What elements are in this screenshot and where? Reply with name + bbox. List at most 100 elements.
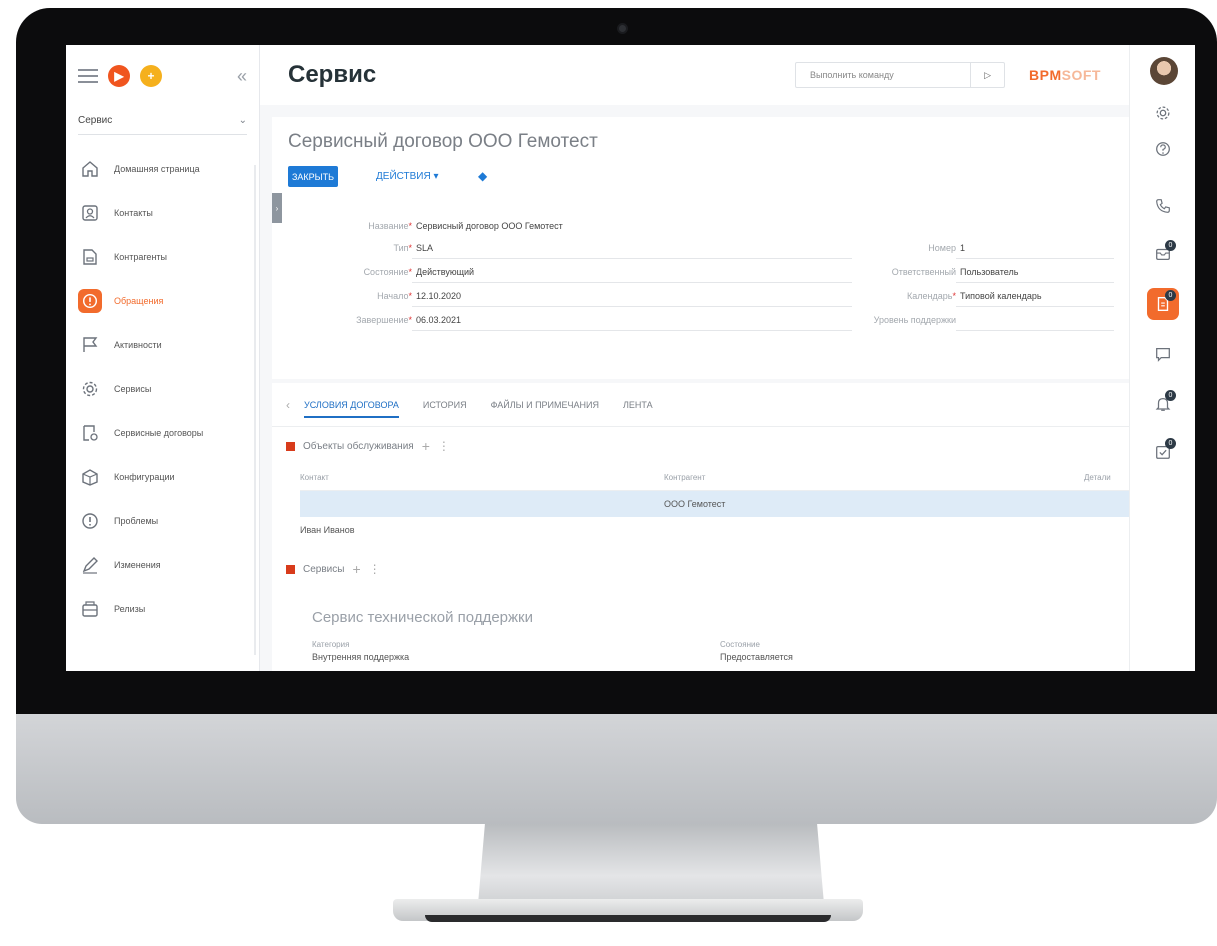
- tag-icon[interactable]: ◆: [478, 169, 487, 183]
- screen: ▶ + « Сервис ⌄ Домашняя страница Контакт…: [66, 45, 1195, 671]
- problem-icon: [78, 509, 102, 533]
- workspace-select[interactable]: Сервис ⌄: [78, 107, 247, 135]
- sidebar-item-service-agreements[interactable]: Сервисные договоры: [66, 411, 259, 455]
- monitor-chin: [16, 714, 1217, 824]
- sidebar-scrollbar[interactable]: [254, 165, 256, 655]
- field-value[interactable]: Типовой календарь: [956, 285, 1114, 307]
- field-label: Состояние: [363, 267, 409, 277]
- column-header[interactable]: Детали: [1084, 473, 1111, 482]
- column-header[interactable]: Контрагент: [664, 473, 1084, 482]
- service-state: Состояние Предоставляется: [720, 639, 793, 663]
- timeline-badge: 0: [1165, 290, 1176, 301]
- field-name: Название* Сервисный договор ООО Гемотест: [302, 215, 852, 237]
- timeline-icon[interactable]: 0: [1147, 288, 1179, 320]
- field-value[interactable]: Пользователь: [956, 261, 1114, 283]
- play-icon[interactable]: ▶: [108, 65, 130, 87]
- collapse-group-icon[interactable]: [286, 441, 295, 451]
- sidebar: ▶ + « Сервис ⌄ Домашняя страница Контакт…: [66, 45, 260, 671]
- settings-icon[interactable]: [1147, 97, 1179, 129]
- field-label: Уровень поддержки: [873, 315, 956, 325]
- sidebar-item-label: Активности: [114, 339, 162, 350]
- field-number: Номер 1: [838, 237, 1114, 259]
- tab-bar: ‹ УСЛОВИЯ ДОГОВОРА ИСТОРИЯ ФАЙЛЫ И ПРИМЕ…: [272, 383, 1129, 427]
- sidebar-item-accounts[interactable]: Контрагенты: [66, 235, 259, 279]
- sidebar-item-label: Релизы: [114, 603, 146, 614]
- field-value[interactable]: Действующий: [412, 261, 852, 283]
- sidebar-toolbar: ▶ + «: [66, 45, 259, 107]
- chat-icon[interactable]: [1147, 338, 1179, 370]
- field-calendar: Календарь* Типовой календарь: [838, 285, 1114, 307]
- collapse-group-icon[interactable]: [286, 564, 295, 574]
- page-title: Сервис: [288, 61, 377, 88]
- flag-icon: [78, 333, 102, 357]
- avatar[interactable]: [1150, 57, 1178, 85]
- menu-icon[interactable]: [78, 69, 98, 83]
- field-value[interactable]: SLA: [412, 237, 852, 259]
- chevron-down-icon: ⌄: [238, 115, 247, 126]
- sidebar-item-cases[interactable]: Обращения: [66, 279, 259, 323]
- add-icon[interactable]: +: [352, 561, 360, 577]
- field-value[interactable]: [956, 309, 1114, 331]
- table-row[interactable]: Иван Иванов: [300, 517, 1129, 543]
- command-line[interactable]: Выполнить команду ▷: [795, 62, 1006, 88]
- sidebar-item-changes[interactable]: Изменения: [66, 543, 259, 587]
- field-type: Тип* SLA: [302, 237, 852, 259]
- service-item-title[interactable]: Сервис технической поддержки: [312, 609, 533, 626]
- field-value[interactable]: 06.03.2021: [412, 309, 852, 331]
- help-icon[interactable]: [1147, 133, 1179, 165]
- more-icon[interactable]: ⋮: [369, 562, 381, 576]
- workspace-label: Сервис: [78, 115, 113, 126]
- more-icon[interactable]: ⋮: [438, 439, 450, 453]
- table-row[interactable]: ООО Гемотест: [300, 491, 1129, 517]
- field-value[interactable]: 12.10.2020: [412, 285, 852, 307]
- tab-contract-terms[interactable]: УСЛОВИЯ ДОГОВОРА: [304, 400, 399, 418]
- field-label: Состояние: [720, 640, 760, 649]
- sidebar-item-label: Контакты: [114, 207, 153, 218]
- pencil-icon: [78, 553, 102, 577]
- add-icon[interactable]: +: [422, 438, 430, 454]
- release-icon: [78, 597, 102, 621]
- services-group-header: Сервисы + ⋮: [286, 561, 381, 577]
- actions-menu-button[interactable]: ДЕЙСТВИЯ ▾: [376, 171, 439, 182]
- sidebar-item-problems[interactable]: Проблемы: [66, 499, 259, 543]
- objects-group-header: Объекты обслуживания + ⋮: [286, 438, 450, 454]
- collapse-icon[interactable]: «: [237, 66, 247, 87]
- services-group-title[interactable]: Сервисы: [303, 564, 344, 575]
- sidebar-item-home[interactable]: Домашняя страница: [66, 147, 259, 191]
- phone-icon[interactable]: [1147, 190, 1179, 222]
- field-value: Предоставляется: [720, 652, 793, 662]
- close-button[interactable]: ЗАКРЫТЬ: [288, 166, 338, 187]
- field-label: Категория: [312, 640, 350, 649]
- sidebar-item-configurations[interactable]: Конфигурации: [66, 455, 259, 499]
- chevron-left-icon[interactable]: ‹: [286, 398, 290, 412]
- expand-panel-icon[interactable]: ›: [272, 193, 282, 223]
- sidebar-item-releases[interactable]: Релизы: [66, 587, 259, 631]
- field-support-level: Уровень поддержки: [838, 309, 1114, 331]
- right-panel: 0 0 0 0: [1129, 45, 1195, 671]
- tasks-icon[interactable]: 0: [1147, 436, 1179, 468]
- column-header[interactable]: Контакт: [300, 473, 664, 482]
- run-command-icon[interactable]: ▷: [970, 63, 1004, 87]
- command-input[interactable]: Выполнить команду: [796, 70, 970, 80]
- cell-account: ООО Гемотест: [664, 499, 726, 509]
- sidebar-item-contacts[interactable]: Контакты: [66, 191, 259, 235]
- field-value[interactable]: Сервисный договор ООО Гемотест: [412, 215, 852, 237]
- sidebar-item-label: Проблемы: [114, 515, 159, 526]
- service-category: Категория Внутренняя поддержка: [312, 639, 409, 663]
- sidebar-item-activities[interactable]: Активности: [66, 323, 259, 367]
- sidebar-item-services[interactable]: Сервисы: [66, 367, 259, 411]
- sidebar-item-label: Контрагенты: [114, 251, 168, 262]
- notification-bell-icon[interactable]: 0: [1147, 388, 1179, 420]
- add-icon[interactable]: +: [140, 65, 162, 87]
- cell-contact: Иван Иванов: [300, 525, 355, 535]
- field-owner: Ответственный Пользователь: [838, 261, 1114, 283]
- tab-history[interactable]: ИСТОРИЯ: [423, 400, 467, 410]
- detail-tabs-panel: ‹ УСЛОВИЯ ДОГОВОРА ИСТОРИЯ ФАЙЛЫ И ПРИМЕ…: [272, 383, 1129, 671]
- case-icon: [78, 289, 102, 313]
- field-value[interactable]: 1: [956, 237, 1114, 259]
- email-icon[interactable]: 0: [1147, 238, 1179, 270]
- tab-feed[interactable]: ЛЕНТА: [623, 400, 653, 410]
- gear-icon: [78, 377, 102, 401]
- objects-group-title[interactable]: Объекты обслуживания: [303, 441, 414, 452]
- tab-files-notes[interactable]: ФАЙЛЫ И ПРИМЕЧАНИЯ: [491, 400, 599, 410]
